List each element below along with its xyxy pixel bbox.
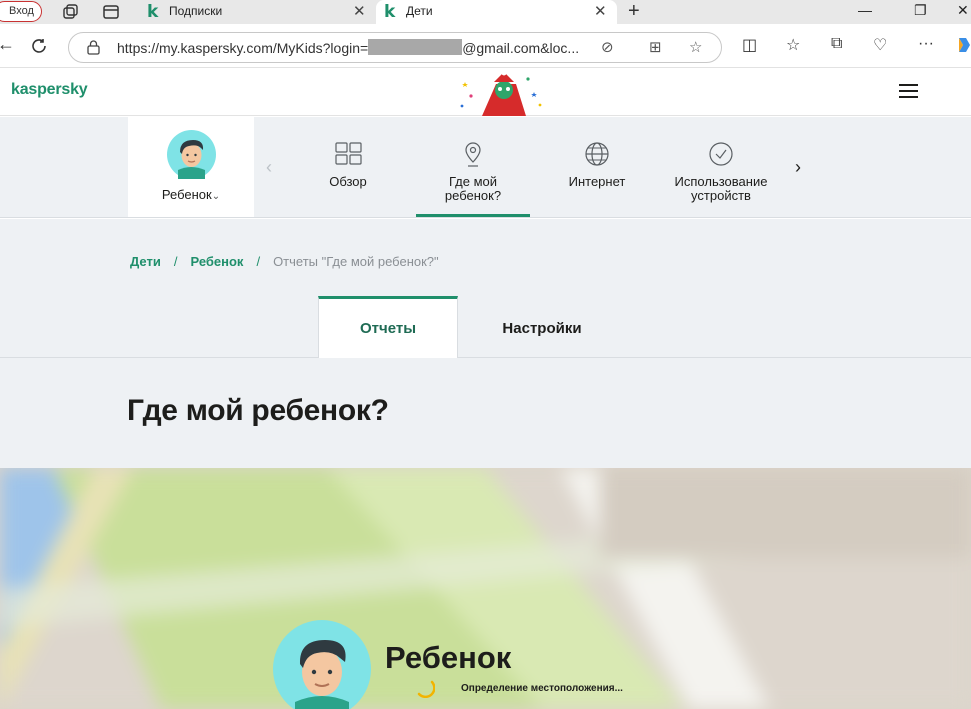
nav-item-label: Использование устройств [674,174,768,203]
child-name: Ребенок⌄ [161,187,221,202]
lock-icon[interactable] [87,39,100,55]
nav-item-label: Где мой ребенок? [444,174,502,203]
chevron-down-icon: ⌄ [211,191,221,202]
restore-icon[interactable]: ❐ [914,2,927,19]
new-tab-icon[interactable]: + [628,0,640,23]
browser-tab-subscriptions[interactable]: k Подписки ✕ [139,0,377,24]
more-icon[interactable]: ··· [918,35,934,53]
nav-item-label: Интернет [568,174,626,189]
back-icon[interactable]: ← [0,34,15,55]
breadcrumb: Дети / Ребенок / Отчеты "Где мой ребенок?" [130,254,439,269]
child-selector[interactable]: Ребенок⌄ [128,117,254,217]
refresh-icon[interactable] [30,37,48,55]
workspaces-icon[interactable] [61,3,79,21]
breadcrumb-kids[interactable]: Дети [130,254,161,269]
kaspersky-k-icon: k [384,2,396,22]
nav-item-label: Обзор [329,174,367,189]
kaspersky-logo[interactable]: kaspersky [11,81,88,99]
globe-icon [585,142,609,166]
child-navigation: Ребенок⌄ ‹ Обзор Где мой ребенок? Интерн… [0,117,971,218]
nav-item-device-usage[interactable]: Использование устройств [664,117,778,217]
window-close-icon[interactable]: ✕ [957,2,969,19]
overview-grid-icon [335,142,362,165]
favorites-icon[interactable]: ☆ [786,35,800,55]
collections-icon[interactable]: ⧉ [831,35,842,53]
chevron-right-icon[interactable]: › [795,157,801,178]
url-prefix: https://my.kaspersky.com/MyKids?login= [117,40,369,56]
location-map[interactable]: Ребенок Определение местоположения... [0,468,971,709]
minimize-icon[interactable]: — [858,2,872,18]
address-bar-row: ← https://my.kaspersky.com/MyKids?login=… [0,24,971,68]
clock-icon [709,142,733,166]
url-field[interactable]: https://my.kaspersky.com/MyKids?login= @g… [68,32,722,63]
tracking-prevention-icon[interactable]: ⊘ [601,38,614,56]
browser-tab-kids[interactable]: k Дети ✕ [376,0,617,24]
nav-item-internet[interactable]: Интернет [558,117,636,217]
profile-label: Вход [9,5,34,17]
redacted-login [368,39,463,55]
child-map-avatar [273,620,371,709]
profile-button[interactable]: Вход [0,1,42,22]
breadcrumb-separator: / [173,254,178,269]
chevron-left-icon[interactable]: ‹ [266,157,272,178]
favorite-star-icon[interactable]: ☆ [689,38,702,56]
locating-status: Определение местоположения... [461,683,623,694]
breadcrumb-current: Отчеты "Где мой ребенок?" [273,254,439,269]
browser-tab-strip: Вход k Подписки ✕ k Дети ✕ + — ❐ ✕ [0,0,971,24]
app-available-icon[interactable]: ⊞ [649,38,662,56]
url-suffix: @gmail.com&loc... [462,40,580,56]
menu-icon[interactable] [899,84,918,98]
holiday-mascot-icon [460,70,542,116]
copilot-icon[interactable] [956,36,971,54]
child-avatar [167,130,216,179]
tab-actions-icon[interactable] [102,3,120,21]
breadcrumb-child[interactable]: Ребенок [190,254,243,269]
page-title: Где мой ребенок? [127,394,389,427]
loading-spinner-icon [417,680,435,698]
map-child-name: Ребенок [385,640,512,675]
nav-item-where-is-my-child[interactable]: Где мой ребенок? [416,117,530,217]
split-screen-icon[interactable]: ◫ [742,35,757,55]
browser-essentials-icon[interactable]: ♡ [873,35,887,55]
kaspersky-k-icon: k [147,2,159,22]
tab-reports[interactable]: Отчеты [318,296,458,358]
location-pin-icon [465,142,481,167]
tab-title: Подписки [169,4,223,18]
breadcrumb-separator: / [256,254,261,269]
tab-title: Дети [406,4,433,18]
site-header: kaspersky [0,68,971,116]
report-content: Дети / Ребенок / Отчеты "Где мой ребенок?" О… [0,219,971,468]
close-icon[interactable]: ✕ [353,2,366,20]
url-text: https://my.kaspersky.com/MyKids?login= @g… [117,39,579,56]
close-icon[interactable]: ✕ [594,2,607,20]
tab-settings[interactable]: Настройки [472,296,612,358]
nav-item-overview[interactable]: Обзор [310,117,386,217]
